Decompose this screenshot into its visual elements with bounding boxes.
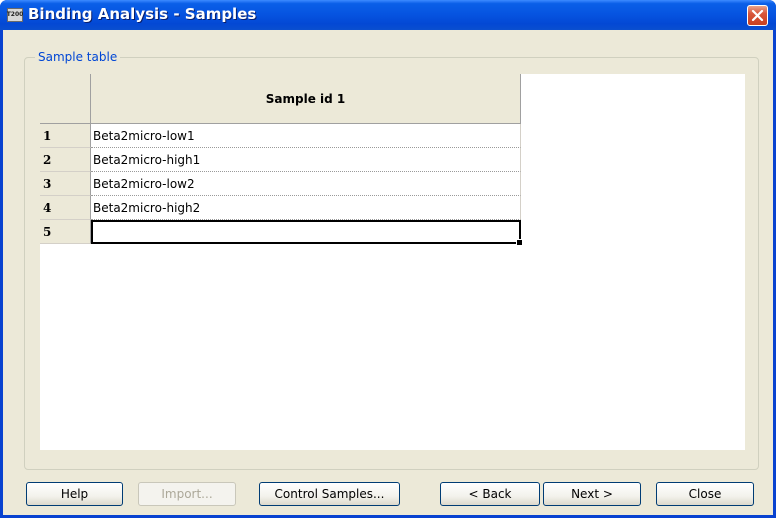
close-button[interactable]: Close: [656, 482, 754, 506]
help-button[interactable]: Help: [26, 482, 123, 506]
row-header[interactable]: 3: [40, 172, 91, 196]
grid-corner[interactable]: [40, 74, 91, 124]
row-header[interactable]: 4: [40, 196, 91, 220]
back-button[interactable]: < Back: [440, 482, 540, 506]
table-cell[interactable]: Beta2micro-low1: [91, 124, 521, 148]
title-bar[interactable]: T200 Binding Analysis - Samples: [0, 0, 776, 30]
dialog-client-area: Sample table Sample id 1 1 Beta2micro-lo…: [3, 30, 773, 515]
next-button[interactable]: Next >: [543, 482, 641, 506]
row-header[interactable]: 5: [40, 220, 91, 244]
group-label: Sample table: [35, 50, 121, 64]
table-cell-active[interactable]: [91, 220, 523, 246]
dialog-window: T200 Binding Analysis - Samples Sample t…: [0, 0, 776, 518]
window-close-button[interactable]: [747, 5, 768, 26]
sample-grid[interactable]: Sample id 1 1 Beta2micro-low1 2 Beta2mic…: [40, 74, 745, 450]
column-header-sample-id[interactable]: Sample id 1: [91, 74, 521, 124]
table-cell[interactable]: Beta2micro-high2: [91, 196, 521, 220]
table-cell[interactable]: Beta2micro-high1: [91, 148, 521, 172]
row-header[interactable]: 2: [40, 148, 91, 172]
import-button[interactable]: Import...: [138, 482, 236, 506]
app-icon: T200: [7, 8, 23, 22]
control-samples-button[interactable]: Control Samples...: [259, 482, 400, 506]
window-title: Binding Analysis - Samples: [28, 5, 257, 23]
close-icon: [751, 9, 764, 22]
table-cell[interactable]: Beta2micro-low2: [91, 172, 521, 196]
row-header[interactable]: 1: [40, 124, 91, 148]
